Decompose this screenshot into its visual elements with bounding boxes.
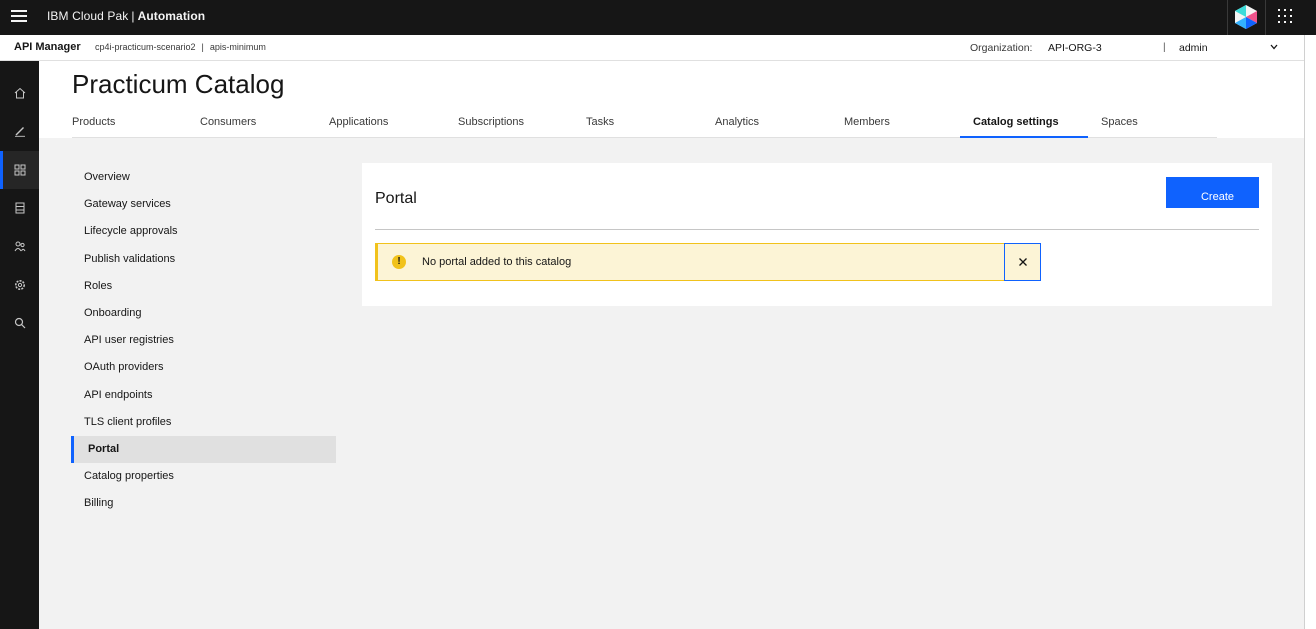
database-icon [15, 202, 24, 214]
sidenav-item-publish-validations[interactable]: Publish validations [71, 246, 336, 273]
tab-tasks[interactable]: Tasks [586, 109, 614, 138]
warning-icon: ! [392, 255, 406, 269]
tab-members[interactable]: Members [844, 109, 890, 138]
user-menu[interactable]: admin [1179, 42, 1208, 54]
topbar-divider [1227, 0, 1228, 35]
topbar-divider [1265, 0, 1266, 35]
brand-product: Automation [137, 9, 206, 23]
sidenav-item-gateway-services[interactable]: Gateway services [71, 191, 336, 218]
tab-analytics[interactable]: Analytics [715, 109, 759, 138]
section-divider [375, 229, 1259, 230]
settings-icon [14, 280, 25, 290]
sidenav-item-tls-client-profiles[interactable]: TLS client profiles [71, 409, 336, 436]
notification-message: No portal added to this catalog [422, 256, 572, 268]
close-notification-button[interactable] [1004, 243, 1041, 281]
product-name[interactable]: API Manager [14, 41, 81, 53]
top-shell-bar: IBM Cloud Pak | Automation [0, 0, 1316, 35]
page-title: Practicum Catalog [72, 69, 285, 99]
tab-spaces[interactable]: Spaces [1101, 109, 1138, 138]
sidenav-item-billing[interactable]: Billing [71, 490, 336, 517]
sidenav-item-overview[interactable]: Overview [71, 164, 336, 191]
tab-catalog-settings[interactable]: Catalog settings [960, 109, 1088, 138]
sidenav-item-catalog-properties[interactable]: Catalog properties [71, 463, 336, 490]
organization-value[interactable]: API-ORG-3 [1048, 42, 1102, 54]
search-icon [14, 317, 25, 329]
rail-search[interactable] [0, 304, 39, 342]
sidenav-item-portal[interactable]: Portal [71, 436, 336, 463]
section-title: Portal [375, 190, 417, 207]
create-button[interactable]: Create [1166, 177, 1259, 208]
breadcrumb-separator: | [201, 42, 204, 52]
organization-label: Organization: [970, 42, 1033, 54]
breadcrumb-provider-org[interactable]: cp4i-practicum-scenario2 [95, 42, 196, 52]
sidenav-item-lifecycle-approvals[interactable]: Lifecycle approvals [71, 218, 336, 245]
rail-manage[interactable] [0, 151, 39, 189]
rail-members[interactable] [0, 227, 39, 265]
close-icon [1018, 258, 1027, 266]
brand-title[interactable]: IBM Cloud Pak | Automation [47, 9, 205, 23]
rail-settings[interactable] [0, 266, 39, 304]
home-icon [14, 87, 25, 99]
sidenav-item-oauth-providers[interactable]: OAuth providers [71, 354, 336, 381]
portal-card: Portal Create ! No portal added to this … [362, 163, 1272, 306]
left-navigation-rail [0, 61, 39, 629]
menu-icon[interactable] [11, 10, 27, 24]
warning-notification: ! No portal added to this catalog [375, 243, 1041, 281]
scrollbar-track[interactable] [1304, 35, 1316, 629]
sidenav-item-api-user-registries[interactable]: API user registries [71, 327, 336, 354]
grid-icon [14, 164, 25, 176]
tab-consumers[interactable]: Consumers [200, 109, 256, 138]
sidenav-item-api-endpoints[interactable]: API endpoints [71, 382, 336, 409]
page-header: Practicum Catalog Products Consumers App… [39, 61, 1304, 138]
tab-products[interactable]: Products [72, 109, 115, 138]
cloud-pak-logo-icon[interactable] [1234, 4, 1258, 30]
tab-applications[interactable]: Applications [329, 109, 388, 138]
edit-icon [14, 127, 25, 137]
catalog-tabs: Products Consumers Applications Subscrip… [72, 109, 1217, 138]
user-separator: | [1163, 42, 1166, 53]
rail-resources[interactable] [0, 189, 39, 227]
brand-prefix: IBM Cloud Pak [47, 9, 129, 23]
breadcrumb: cp4i-practicum-scenario2 | apis-minimum [95, 42, 266, 52]
tab-subscriptions[interactable]: Subscriptions [458, 109, 524, 138]
app-switcher-icon[interactable] [1278, 9, 1292, 23]
rail-develop[interactable] [0, 112, 39, 150]
context-bar: API Manager cp4i-practicum-scenario2 | api… [0, 35, 1304, 61]
breadcrumb-catalog[interactable]: apis-minimum [210, 42, 266, 52]
sidenav-item-onboarding[interactable]: Onboarding [71, 300, 336, 327]
chevron-down-icon[interactable] [1270, 44, 1278, 50]
brand-separator: | [131, 9, 135, 23]
sidenav-item-roles[interactable]: Roles [71, 273, 336, 300]
rail-home[interactable] [0, 74, 39, 112]
members-icon [14, 241, 25, 252]
